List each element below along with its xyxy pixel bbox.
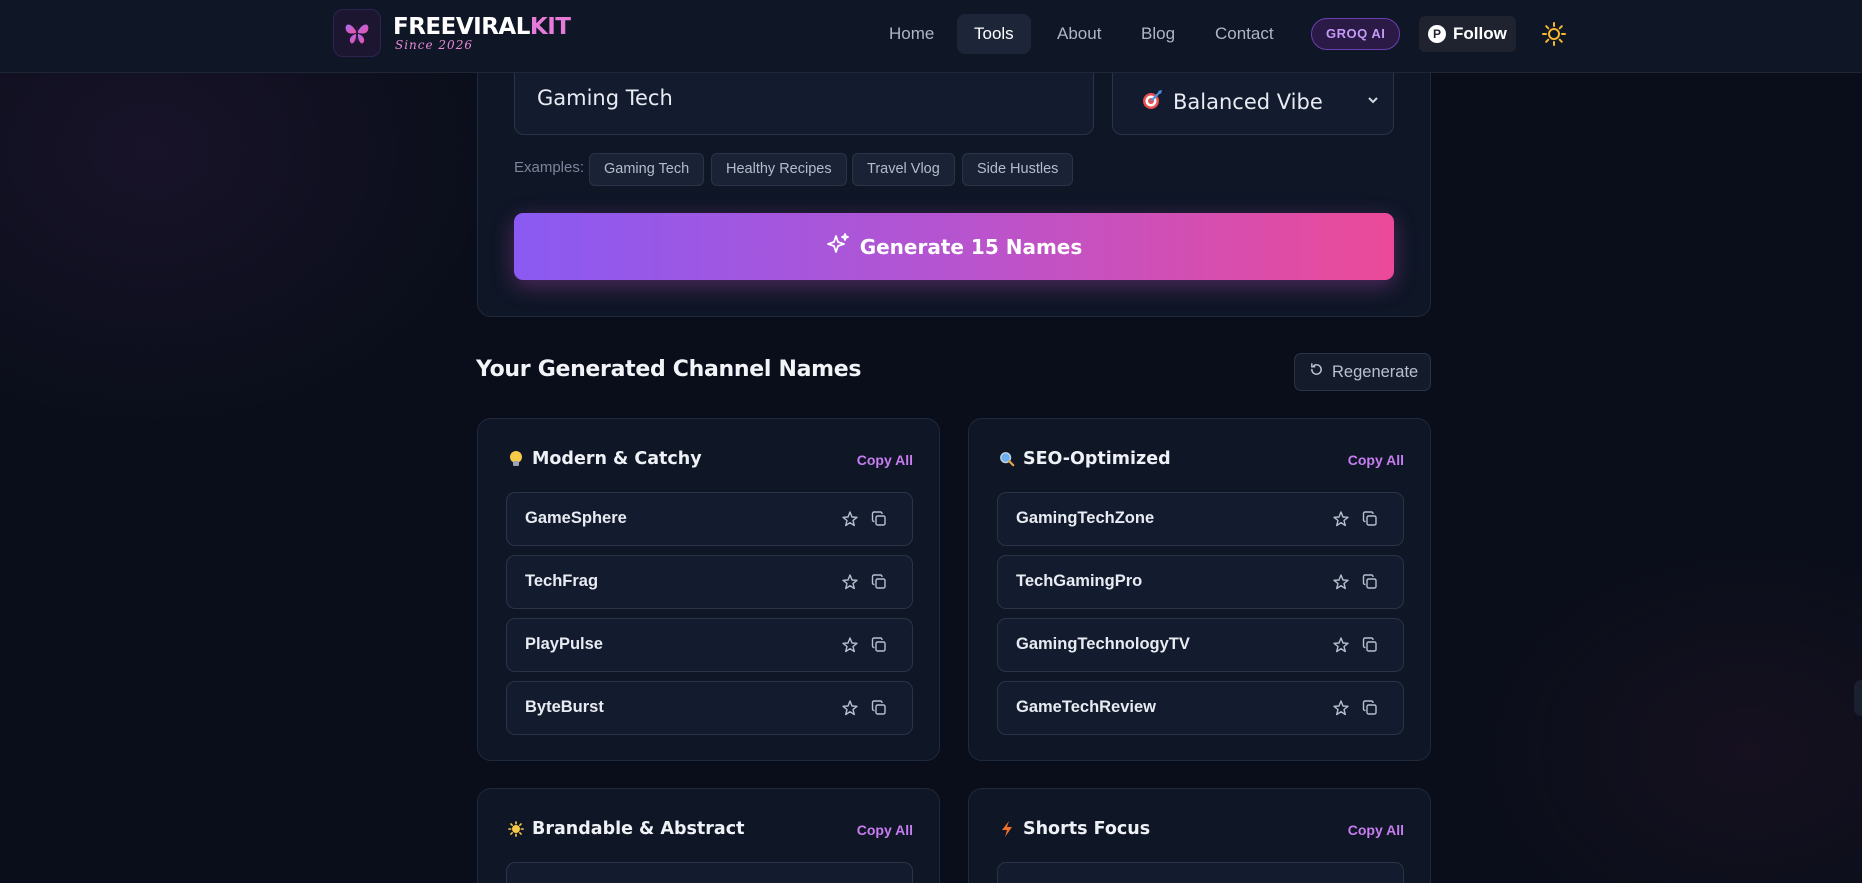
copy-all-button[interactable]: Copy All (857, 822, 913, 838)
star-icon[interactable] (841, 510, 859, 528)
nav-contact[interactable]: Contact (1198, 14, 1291, 54)
generate-label: Generate 15 Names (859, 234, 1083, 259)
lightbulb-icon (508, 450, 524, 468)
name-row[interactable]: TechGamingPro (997, 555, 1404, 609)
copy-icon[interactable] (1361, 573, 1379, 591)
category-card-modern: Modern & Catchy Copy All GameSphere Tech… (477, 418, 940, 761)
results-title: Your Generated Channel Names (476, 357, 862, 382)
nav-home[interactable]: Home (872, 14, 951, 54)
copy-icon[interactable] (1361, 699, 1379, 717)
nav-blog[interactable]: Blog (1124, 14, 1192, 54)
star-icon[interactable] (1332, 510, 1350, 528)
copy-all-button[interactable]: Copy All (1348, 822, 1404, 838)
name-row[interactable]: TechFrag (506, 555, 913, 609)
copy-all-button[interactable]: Copy All (857, 452, 913, 468)
category-title: Modern & Catchy (532, 449, 702, 469)
regenerate-label: Regenerate (1332, 362, 1419, 381)
name-row[interactable]: ByteBurst (506, 681, 913, 735)
name-row[interactable]: GameTechReview (997, 681, 1404, 735)
name-row[interactable]: PlayPulse (506, 618, 913, 672)
name-text: GameTechReview (1016, 698, 1157, 716)
category-card-shorts: Shorts Focus Copy All (968, 788, 1431, 883)
name-row[interactable]: GameSphere (506, 492, 913, 546)
name-text: GameSphere (525, 509, 627, 527)
category-title: SEO-Optimized (1023, 449, 1171, 469)
category-header: Modern & Catchy (508, 449, 702, 469)
refresh-icon (1309, 362, 1324, 382)
name-text: GamingTechnologyTV (1016, 635, 1190, 653)
vibe-selected-value: Balanced Vibe (1173, 90, 1323, 114)
sparkles-icon (826, 232, 850, 261)
category-title: Brandable & Abstract (532, 819, 745, 839)
category-title: Shorts Focus (1023, 819, 1151, 839)
follow-label: Follow (1453, 24, 1507, 43)
name-text: GamingTechZone (1016, 509, 1155, 527)
magnifier-icon (999, 450, 1015, 468)
name-text: ByteBurst (525, 698, 604, 716)
copy-icon[interactable] (1361, 636, 1379, 654)
dart-target-icon (1141, 89, 1163, 116)
category-card-seo: SEO-Optimized Copy All GamingTechZone Te… (968, 418, 1431, 761)
copy-icon[interactable] (870, 573, 888, 591)
name-text: TechGamingPro (1016, 572, 1143, 590)
name-row[interactable] (997, 862, 1404, 883)
brand-accent-text: KIT (529, 14, 571, 40)
chevron-down-icon (1367, 94, 1379, 110)
brand-main-text: FREEVIRAL (393, 14, 530, 40)
example-chip[interactable]: Travel Vlog (852, 153, 955, 186)
side-scroll-handle[interactable] (1854, 680, 1862, 716)
top-navbar: FREEVIRALKIT Since 2026 Home Tools About… (0, 0, 1862, 73)
category-card-brandable: Brandable & Abstract Copy All (477, 788, 940, 883)
copy-icon[interactable] (1361, 510, 1379, 528)
star-icon[interactable] (1332, 573, 1350, 591)
category-header: Shorts Focus (999, 819, 1150, 839)
example-chip[interactable]: Healthy Recipes (711, 153, 847, 186)
name-row[interactable]: GamingTechZone (997, 492, 1404, 546)
name-text: PlayPulse (525, 635, 603, 653)
copy-icon[interactable] (870, 510, 888, 528)
nav-about[interactable]: About (1040, 14, 1118, 54)
brand-name[interactable]: FREEVIRALKIT (393, 14, 571, 40)
sun-icon[interactable] (1540, 20, 1568, 48)
copy-icon[interactable] (870, 636, 888, 654)
butterfly-logo-icon[interactable] (333, 9, 381, 57)
sparkle-sun-icon (508, 820, 524, 838)
star-icon[interactable] (841, 699, 859, 717)
copy-icon[interactable] (870, 699, 888, 717)
category-header: SEO-Optimized (999, 449, 1171, 469)
example-chip[interactable]: Gaming Tech (589, 153, 705, 186)
regenerate-button[interactable]: Regenerate (1294, 353, 1431, 391)
pinterest-icon: P (1428, 25, 1446, 43)
generate-button[interactable]: Generate 15 Names (514, 213, 1394, 280)
examples-label: Examples: (514, 159, 585, 176)
follow-button[interactable]: P Follow (1419, 16, 1516, 52)
brand-since-text: Since 2026 (395, 38, 473, 52)
name-row[interactable] (506, 862, 913, 883)
groq-ai-badge[interactable]: GROQ AI (1311, 18, 1401, 50)
category-header: Brandable & Abstract (508, 819, 744, 839)
copy-all-button[interactable]: Copy All (1348, 452, 1404, 468)
example-chip[interactable]: Side Hustles (962, 153, 1074, 186)
star-icon[interactable] (1332, 699, 1350, 717)
name-row[interactable]: GamingTechnologyTV (997, 618, 1404, 672)
topic-input[interactable]: Gaming Tech (514, 70, 1094, 135)
star-icon[interactable] (1332, 636, 1350, 654)
star-icon[interactable] (841, 573, 859, 591)
name-text: TechFrag (525, 572, 599, 590)
nav-tools[interactable]: Tools (957, 14, 1031, 54)
vibe-select[interactable]: Balanced Vibe (1112, 70, 1394, 135)
lightning-icon (999, 820, 1015, 838)
star-icon[interactable] (841, 636, 859, 654)
